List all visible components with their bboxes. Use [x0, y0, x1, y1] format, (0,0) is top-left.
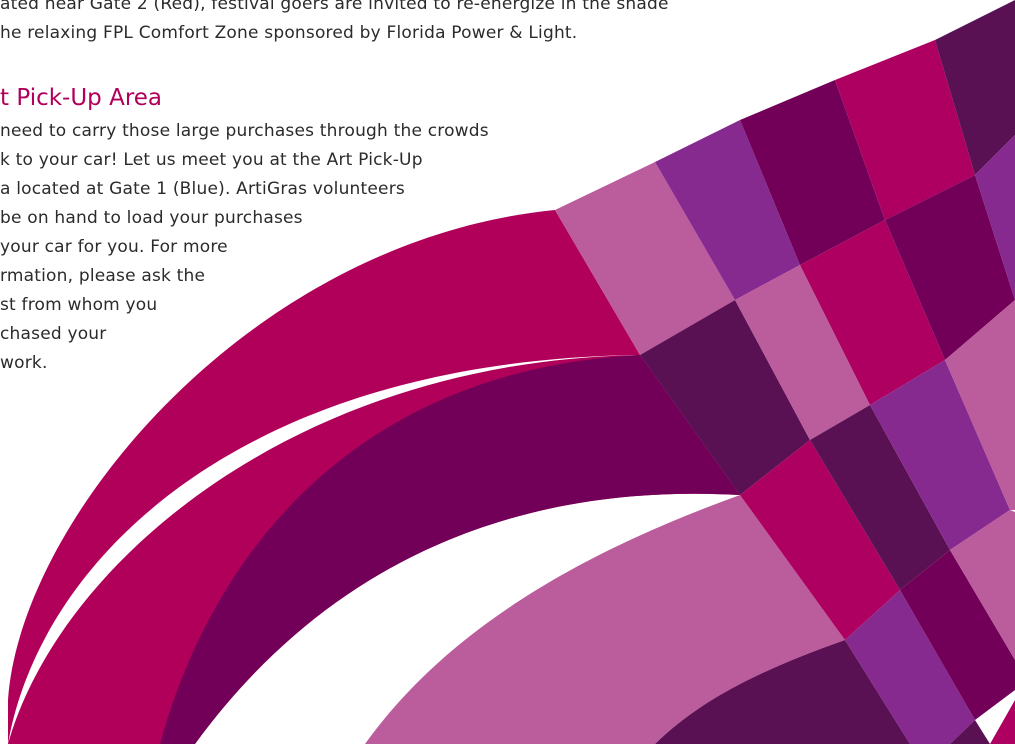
comfort-zone-paragraph-line-2: he relaxing FPL Comfort Zone sponsored b…: [0, 23, 578, 43]
art-pickup-paragraph-line-4: be on hand to load your purchases: [0, 208, 303, 228]
art-pickup-heading: t Pick-Up Area: [0, 85, 163, 111]
art-pickup-paragraph-line-3: a located at Gate 1 (Blue). ArtiGras vol…: [0, 179, 405, 199]
art-pickup-paragraph-line-1: need to carry those large purchases thro…: [0, 121, 489, 141]
art-pickup-paragraph-line-9: work.: [0, 353, 48, 373]
comfort-zone-paragraph-line-1: ated near Gate 2 (Red), festival goers a…: [0, 0, 669, 14]
art-pickup-paragraph-line-5: your car for you. For more: [0, 237, 228, 257]
page: ated near Gate 2 (Red), festival goers a…: [0, 0, 1015, 744]
event-info-text: ated near Gate 2 (Red), festival goers a…: [0, 0, 1015, 744]
art-pickup-paragraph-line-8: chased your: [0, 324, 107, 344]
art-pickup-paragraph-line-7: st from whom you: [0, 295, 158, 315]
art-pickup-paragraph-line-6: rmation, please ask the: [0, 266, 206, 286]
art-pickup-paragraph-line-2: k to your car! Let us meet you at the Ar…: [0, 150, 423, 170]
